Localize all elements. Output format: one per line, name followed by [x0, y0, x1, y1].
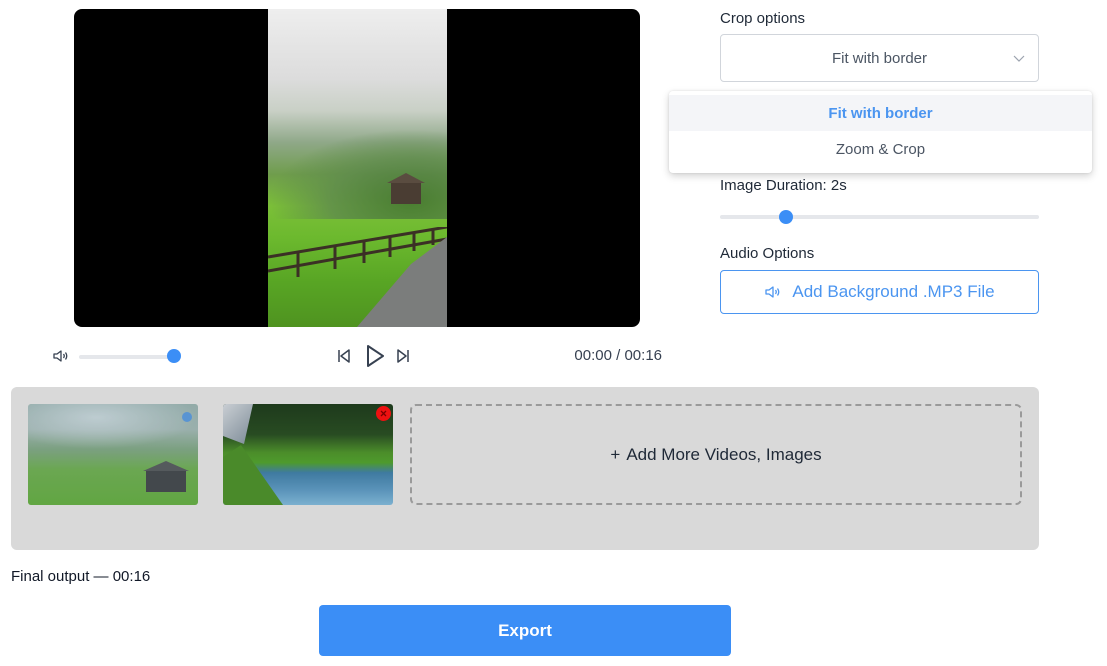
previous-button[interactable]: [336, 344, 352, 368]
play-button[interactable]: [362, 344, 388, 368]
volume-slider-track[interactable]: [79, 355, 179, 359]
plus-icon: +: [610, 444, 621, 464]
video-preview[interactable]: [74, 9, 640, 327]
speaker-icon[interactable]: [52, 347, 70, 365]
play-icon: [367, 345, 384, 367]
add-more-media-button[interactable]: + Add More Videos, Images: [410, 404, 1022, 505]
add-background-mp3-button[interactable]: Add Background .MP3 File: [720, 270, 1039, 314]
chevron-down-icon: [1013, 55, 1025, 62]
skip-forward-icon: [397, 349, 409, 363]
media-thumbnail-1[interactable]: [28, 404, 198, 505]
media-thumbnail-2[interactable]: [223, 404, 393, 505]
remove-media-button[interactable]: [376, 406, 391, 421]
crop-options-label: Crop options: [720, 10, 806, 27]
add-background-mp3-label: Add Background .MP3 File: [792, 282, 995, 301]
time-display: 00:00 / 00:16: [574, 347, 662, 364]
volume-slider-thumb[interactable]: [167, 349, 181, 363]
close-icon: [380, 410, 387, 417]
image-duration-slider-thumb[interactable]: [778, 210, 793, 224]
player-controls: 00:00 / 00:16: [52, 344, 662, 368]
add-more-label: Add More Videos, Images: [626, 444, 822, 464]
crop-selected-value: Fit with border: [831, 49, 928, 67]
export-button[interactable]: Export: [319, 605, 731, 656]
video-frame: [268, 9, 447, 327]
crop-option-zoom-crop[interactable]: Zoom & Crop: [669, 131, 1092, 167]
image-duration-slider-track[interactable]: [720, 215, 1039, 219]
final-output-duration: Final output — 00:16: [11, 568, 151, 585]
image-duration-label: Image Duration: 2s: [720, 177, 847, 194]
crop-options-dropdown: Fit with border Zoom & Crop: [669, 91, 1092, 173]
next-button[interactable]: [395, 344, 411, 368]
crop-options-select[interactable]: Fit with border: [720, 34, 1039, 82]
media-tray: + Add More Videos, Images: [11, 387, 1039, 550]
skip-back-icon: [338, 349, 350, 363]
speaker-icon: [765, 286, 780, 298]
barn: [387, 173, 425, 204]
crop-option-fit-with-border[interactable]: Fit with border: [669, 95, 1092, 131]
audio-options-label: Audio Options: [720, 245, 815, 262]
selected-indicator-icon: [182, 412, 192, 422]
